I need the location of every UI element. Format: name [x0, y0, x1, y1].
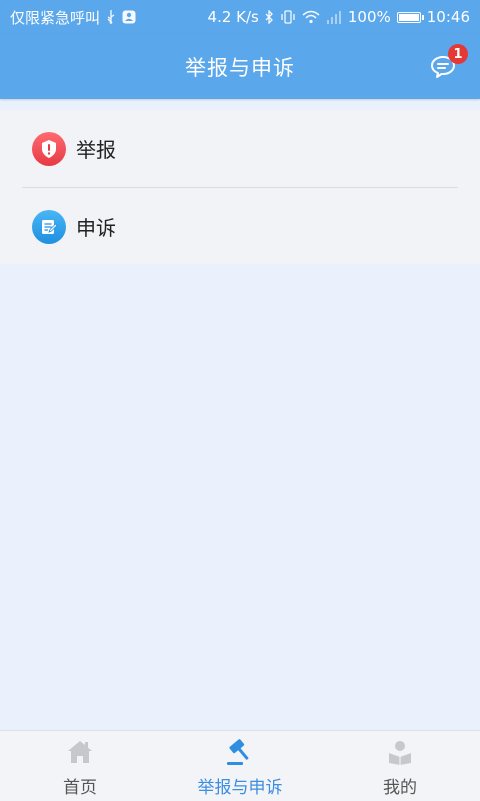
status-bar: 仅限紧急呼叫 4.2 K/s 100% 10:46	[0, 0, 480, 34]
nav-tab-home[interactable]: 首页	[0, 731, 160, 801]
bottom-nav: 首页 举报与申诉 我的	[0, 730, 480, 801]
battery-icon	[396, 11, 424, 23]
bluetooth-icon	[265, 10, 274, 24]
nav-tab-label: 首页	[63, 778, 97, 798]
vibrate-icon	[280, 10, 296, 24]
status-right: 4.2 K/s 100% 10:46	[208, 8, 470, 26]
usb-icon	[106, 10, 116, 24]
menu-item-label: 举报	[76, 138, 116, 162]
page-title: 举报与申诉	[185, 55, 295, 80]
wifi-icon	[302, 10, 320, 24]
signal-icon	[326, 10, 342, 24]
header-bar: 举报与申诉 1	[0, 34, 480, 99]
message-count-badge: 1	[448, 44, 468, 64]
menu-item-report[interactable]: 举报	[22, 110, 458, 188]
menu-item-label: 申诉	[76, 216, 116, 240]
carrier-text: 仅限紧急呼叫	[10, 8, 101, 27]
shield-alert-icon	[32, 131, 66, 166]
status-left: 仅限紧急呼叫	[10, 7, 136, 28]
clock-text: 10:46	[426, 8, 470, 26]
notification-app-icon	[122, 10, 136, 24]
nav-tab-label: 我的	[383, 778, 417, 798]
gavel-icon	[225, 737, 255, 767]
network-speed-text: 4.2 K/s	[207, 8, 259, 26]
menu-item-appeal[interactable]: 申诉	[22, 188, 458, 265]
battery-percent-text: 100%	[347, 8, 391, 26]
messages-button[interactable]: 1	[426, 44, 468, 86]
nav-tab-mine[interactable]: 我的	[320, 731, 480, 801]
nav-tab-report-appeal[interactable]: 举报与申诉	[160, 731, 320, 801]
menu-list: 举报 申诉	[0, 110, 480, 264]
home-icon	[65, 737, 95, 767]
battery-level-fill	[398, 13, 419, 21]
profile-icon	[385, 737, 415, 767]
document-edit-icon	[32, 209, 66, 244]
nav-tab-label: 举报与申诉	[197, 778, 283, 798]
